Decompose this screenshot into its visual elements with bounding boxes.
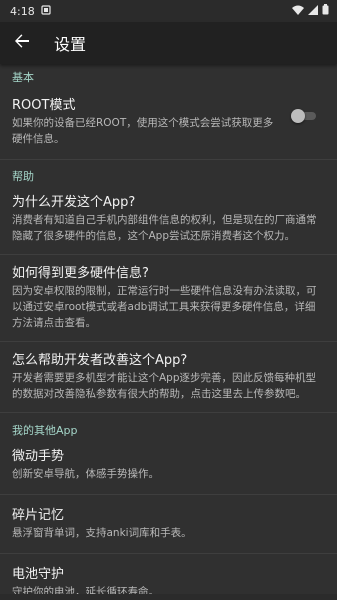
settings-list[interactable]: 基本 ROOT模式 如果你的设备已经ROOT，使用这个模式会尝试获取更多硬件信息… — [0, 64, 337, 600]
pref-title: ROOT模式 — [12, 98, 76, 113]
pref-summary: 创新安卓导航，体感手势操作。 — [12, 468, 159, 480]
pref-why-develop[interactable]: 为什么开发这个App? 消费者有知道自己手机内部组件信息的权利，但是现在的厂商通… — [0, 186, 337, 254]
root-mode-switch[interactable] — [291, 109, 317, 123]
pref-title: 怎么帮助开发者改善这个App? — [12, 353, 188, 368]
section-header-help: 帮助 — [12, 170, 34, 183]
status-right — [292, 4, 329, 18]
status-bar: 4:18 — [0, 0, 337, 22]
pref-summary: 如果你的设备已经ROOT，使用这个模式会尝试获取更多硬件信息。 — [12, 117, 274, 145]
pref-root-mode[interactable]: ROOT模式 如果你的设备已经ROOT，使用这个模式会尝试获取更多硬件信息。 — [0, 87, 337, 159]
pref-app-gesture[interactable]: 微动手势 创新安卓导航，体感手势操作。 — [0, 440, 337, 494]
wifi-icon — [292, 5, 304, 18]
section-header-other-apps: 我的其他App — [12, 424, 78, 437]
switch-thumb — [291, 109, 305, 123]
pref-title: 碎片记忆 — [12, 508, 65, 523]
app-bar: 设置 — [0, 22, 337, 64]
pref-more-hardware-info[interactable]: 如何得到更多硬件信息? 因为安卓权限的限制，正常运行时一些硬件信息没有办法读取，… — [0, 255, 337, 341]
pref-summary: 开发者需要更多机型才能让这个App逐步完善，因此反馈每种机型的数据对改善隐私参数… — [12, 372, 317, 400]
status-time: 4:18 — [10, 4, 35, 18]
navigation-bar — [0, 594, 337, 600]
back-button[interactable] — [2, 22, 42, 64]
pref-title: 微动手势 — [12, 449, 65, 464]
notification-icon — [41, 4, 51, 18]
pref-summary: 悬浮窗背单词，支持anki词库和手表。 — [12, 527, 192, 539]
status-left: 4:18 — [10, 5, 51, 18]
arrow-back-icon — [14, 33, 30, 53]
pref-summary: 因为安卓权限的限制，正常运行时一些硬件信息没有办法读取，可以通过安卓root模式… — [12, 285, 317, 329]
pref-summary: 消费者有知道自己手机内部组件信息的权利，但是现在的厂商通常隐藏了很多硬件的信息，… — [12, 214, 317, 242]
pref-title: 电池守护 — [12, 567, 65, 582]
page-title: 设置 — [54, 35, 87, 54]
pref-title: 为什么开发这个App? — [12, 195, 136, 210]
pref-title: 如何得到更多硬件信息? — [12, 266, 149, 281]
signal-icon — [308, 4, 318, 18]
pref-help-developer[interactable]: 怎么帮助开发者改善这个App? 开发者需要更多机型才能让这个App逐步完善，因此… — [0, 342, 337, 412]
pref-app-fragment-memory[interactable]: 碎片记忆 悬浮窗背单词，支持anki词库和手表。 — [0, 495, 337, 553]
section-header-basic: 基本 — [12, 71, 34, 84]
battery-icon — [322, 4, 329, 18]
